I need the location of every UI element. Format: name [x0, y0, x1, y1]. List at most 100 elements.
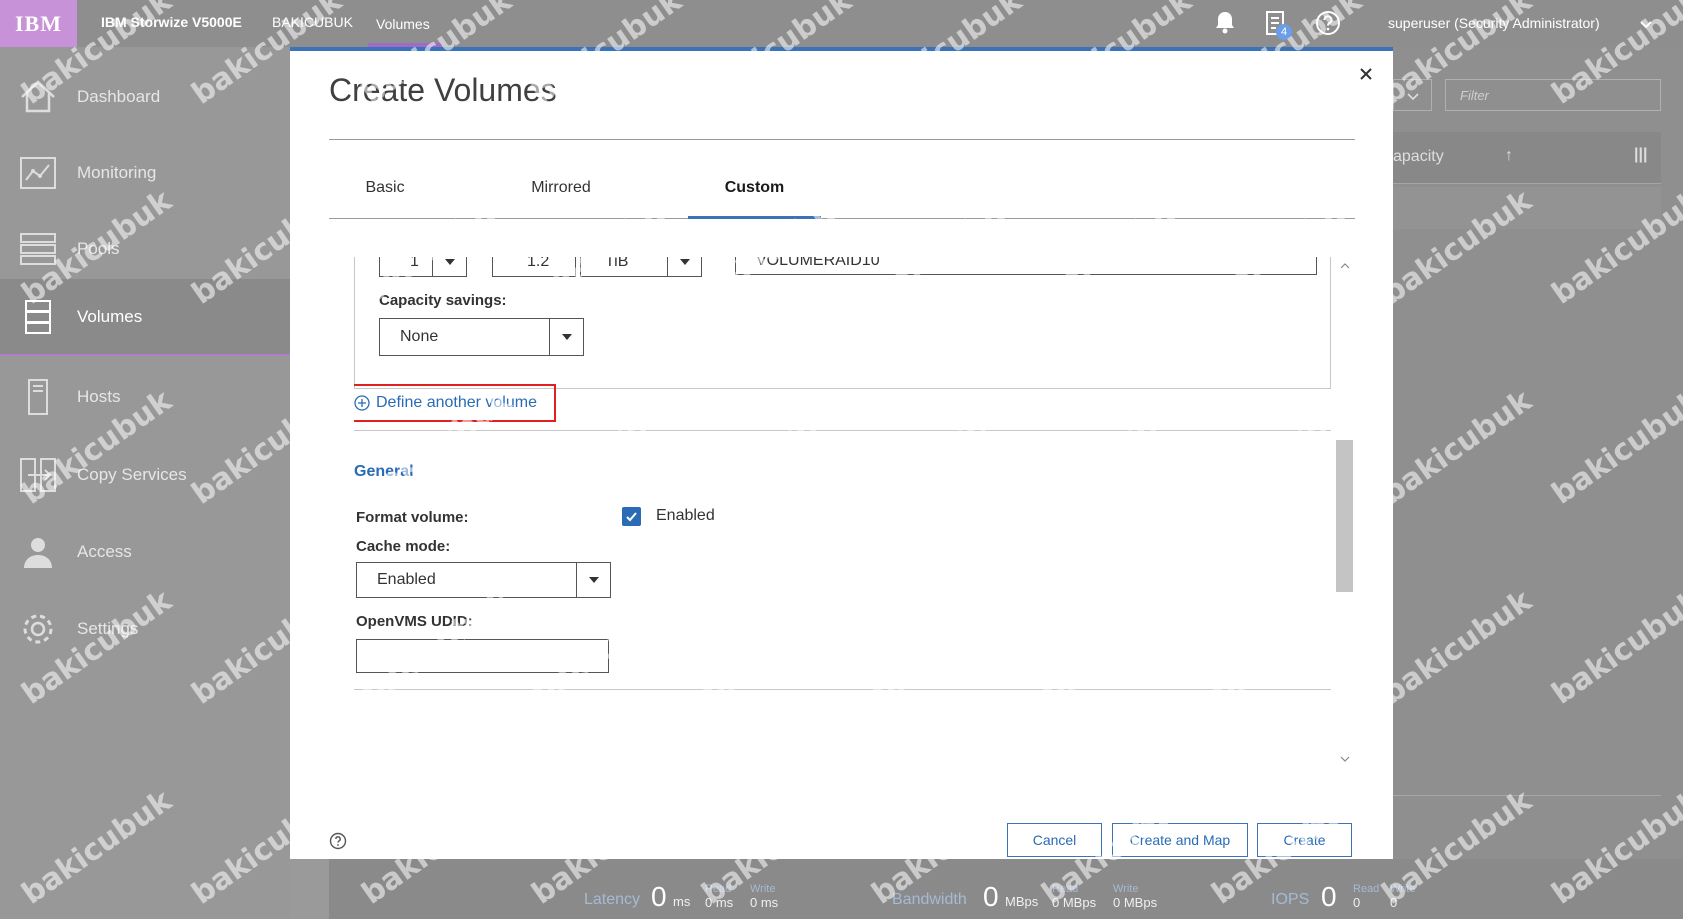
ibm-logo[interactable]: IBM — [0, 0, 77, 47]
latency-write-label: Write — [750, 883, 776, 895]
breadcrumb-page[interactable]: Volumes — [376, 16, 430, 32]
bandwidth-read-label: Read — [1052, 883, 1079, 895]
iops-read-label: Read — [1353, 883, 1380, 895]
caret-down-icon — [561, 334, 572, 340]
caret-down-icon — [444, 259, 455, 265]
add-circle-icon — [354, 395, 370, 411]
capacity-unit-select[interactable]: TiB — [580, 257, 702, 277]
bg-filter-input[interactable]: Filter — [1445, 79, 1661, 111]
dialog-scroll-area[interactable]: 1 1.2 TiB VOLUMERAID10 Capacity savings:… — [354, 257, 1354, 767]
define-another-volume-label: Define another volume — [376, 394, 537, 411]
bandwidth-unit: MBps — [1005, 894, 1039, 909]
capacity-value: 1.2 — [527, 257, 550, 270]
section-divider — [354, 689, 1331, 690]
volumes-icon — [25, 299, 51, 334]
sidebar-item-access[interactable]: Access — [0, 516, 290, 588]
title-divider — [329, 139, 1355, 140]
scrollbar-thumb[interactable] — [1336, 440, 1353, 592]
bandwidth-write-label: Write — [1113, 883, 1139, 895]
sidebar-item-hosts[interactable]: Hosts — [0, 361, 290, 433]
bandwidth-label: Bandwidth — [892, 891, 967, 908]
sidebar-item-copy-services[interactable]: Copy Services — [0, 439, 290, 511]
cancel-button[interactable]: Cancel — [1007, 823, 1102, 857]
tab-custom[interactable]: Custom — [688, 177, 821, 219]
monitoring-icon — [20, 157, 56, 189]
help-icon[interactable] — [1313, 8, 1343, 38]
scroll-up-button[interactable] — [1336, 257, 1353, 274]
sidebar-item-label: Hosts — [77, 387, 121, 406]
sidebar-item-label: Settings — [77, 619, 139, 638]
cache-mode-dropdown-button[interactable] — [576, 563, 610, 597]
capacity-savings-select[interactable]: None — [379, 318, 584, 356]
cache-mode-label: Cache mode: — [356, 538, 451, 555]
sidebar-item-label: Dashboard — [77, 87, 161, 106]
checkmark-icon — [626, 512, 637, 522]
iops-write: 0 — [1390, 895, 1398, 910]
capacity-field[interactable]: 1.2 — [492, 257, 576, 277]
tasks-badge: 4 — [1276, 24, 1292, 40]
pools-icon — [20, 233, 56, 265]
sidebar-item-label: Pools — [77, 239, 120, 258]
sidebar-item-settings[interactable]: Settings — [0, 593, 290, 665]
sidebar-item-pools[interactable]: Pools — [0, 213, 290, 285]
bg-table-row — [1393, 187, 1661, 229]
chevron-down-icon — [1407, 93, 1419, 101]
capacity-savings-dropdown-button[interactable] — [549, 319, 583, 355]
caret-down-icon — [588, 577, 599, 583]
openvms-udid-input[interactable] — [356, 639, 609, 673]
sidebar-item-label: Copy Services — [77, 465, 187, 484]
sidebar-item-label: Access — [77, 542, 132, 561]
scroll-down-button[interactable] — [1336, 750, 1353, 767]
latency-unit: ms — [673, 894, 691, 909]
tab-mirrored[interactable]: Mirrored — [485, 177, 637, 219]
section-divider — [354, 430, 1331, 431]
iops-write-label: Write — [1390, 883, 1416, 895]
format-volume-label: Format volume: — [356, 509, 469, 526]
hosts-icon — [28, 379, 48, 415]
capacity-savings-value: None — [400, 328, 439, 345]
format-volume-enabled-label: Enabled — [656, 507, 715, 524]
tab-basic[interactable]: Basic — [329, 177, 441, 219]
performance-status-bar: Latency 0 ms Read 0 ms Write 0 ms Bandwi… — [329, 859, 1683, 919]
columns-icon[interactable]: ||| — [1634, 146, 1647, 164]
cache-mode-select[interactable]: Enabled — [356, 562, 611, 598]
chevron-down-icon — [1340, 756, 1349, 762]
help-icon[interactable] — [329, 832, 347, 850]
iops-label: IOPS — [1271, 891, 1310, 908]
close-icon[interactable] — [1355, 63, 1377, 85]
system-name[interactable]: BAKICUBUK — [272, 14, 353, 30]
capacity-unit-value: TiB — [605, 257, 629, 270]
cache-mode-value: Enabled — [377, 571, 436, 588]
product-name: IBM Storwize V5000E — [101, 14, 242, 30]
sidebar-item-monitoring[interactable]: Monitoring — [0, 137, 290, 209]
create-and-map-button[interactable]: Create and Map — [1112, 823, 1248, 857]
bell-icon[interactable] — [1210, 8, 1240, 38]
volume-name-input[interactable]: VOLUMERAID10 — [735, 257, 1317, 275]
unit-dropdown-button[interactable] — [667, 257, 701, 276]
bg-filter-select[interactable] — [1393, 79, 1432, 111]
create-volumes-dialog: Create Volumes Basic Mirrored Custom 1 1… — [290, 47, 1393, 859]
define-another-volume-link[interactable]: Define another volume — [354, 384, 556, 422]
sidebar-item-dashboard[interactable]: Dashboard — [0, 61, 290, 133]
quantity-spin-button[interactable] — [432, 257, 466, 276]
copy-services-icon — [20, 458, 56, 492]
quantity-stepper[interactable]: 1 — [379, 257, 467, 277]
bandwidth-read: 0 MBps — [1052, 895, 1097, 910]
volume-definition-box: 1 1.2 TiB VOLUMERAID10 Capacity savings:… — [354, 257, 1331, 389]
volume-name-value: VOLUMERAID10 — [756, 257, 880, 269]
dialog-title: Create Volumes — [329, 72, 557, 108]
create-button[interactable]: Create — [1257, 823, 1352, 857]
bg-column-capacity[interactable]: apacity — [1393, 148, 1444, 166]
iops-read: 0 — [1353, 895, 1361, 910]
access-icon — [24, 538, 52, 568]
sidebar-item-volumes[interactable]: Volumes — [0, 279, 290, 356]
settings-icon — [23, 614, 53, 644]
volume-type-tabs: Basic Mirrored Custom — [329, 177, 1355, 219]
sidebar-item-label: Volumes — [77, 306, 143, 326]
user-menu[interactable]: superuser (Security Administrator) — [1388, 15, 1600, 31]
chevron-down-icon[interactable] — [1636, 14, 1656, 34]
latency-value: 0 — [651, 881, 667, 912]
format-volume-checkbox[interactable] — [622, 507, 641, 526]
sort-arrow-icon[interactable]: ↑ — [1505, 147, 1513, 165]
capacity-savings-label: Capacity savings: — [379, 292, 507, 309]
